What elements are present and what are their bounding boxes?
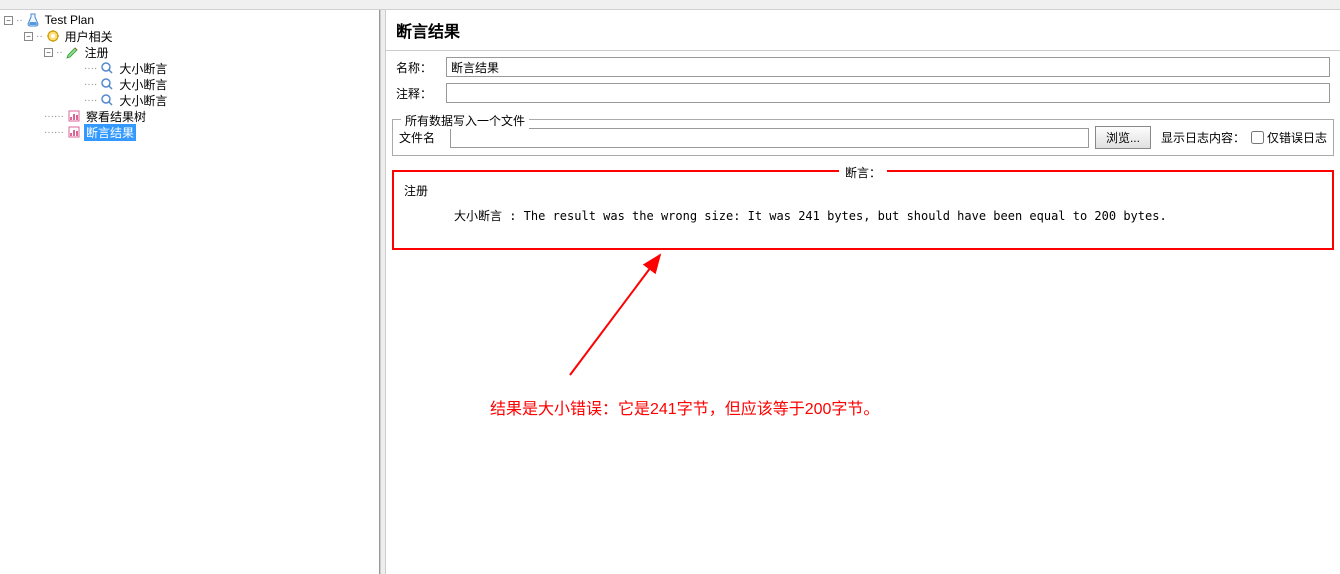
tree-item-view-results-tree[interactable]: ······ 察看结果树 (4, 108, 375, 124)
main-container: − ·· Test Plan − ·· 用户相关 − ·· (0, 10, 1340, 574)
error-only-checkbox-wrap[interactable]: 仅错误日志 (1251, 129, 1327, 146)
tree-label: 用户相关 (63, 28, 115, 45)
name-row: 名称： (396, 57, 1330, 77)
tree-label: 大小断言 (117, 60, 169, 77)
tree-line: ·· (56, 47, 63, 58)
file-legend: 所有数据写入一个文件 (401, 112, 529, 129)
browse-button[interactable]: 浏览... (1095, 126, 1151, 149)
magnifier-icon (99, 60, 115, 76)
tree-label: 大小断言 (117, 76, 169, 93)
right-panel: 断言结果 名称： 注释： 所有数据写入一个文件 文件名 浏览... 显示日志内容… (386, 10, 1340, 574)
name-label: 名称： (396, 59, 446, 76)
tree-label: 察看结果树 (84, 108, 148, 125)
tree-item-assertion-results[interactable]: ······ 断言结果 (4, 124, 375, 140)
tree-label: 注册 (83, 44, 111, 61)
tree-item-test-plan[interactable]: − ·· Test Plan (4, 12, 375, 28)
magnifier-icon (99, 76, 115, 92)
comment-input[interactable] (446, 83, 1330, 103)
tree-line: ·· (36, 31, 43, 42)
assertion-register-label: 注册 (404, 182, 1322, 199)
toolbar (0, 0, 1340, 10)
pencil-icon (65, 44, 81, 60)
comment-label: 注释： (396, 85, 446, 102)
annotation-text: 结果是大小错误：它是241字节，但应该等于200字节。 (490, 395, 879, 419)
tree-item-user-related[interactable]: − ·· 用户相关 (4, 28, 375, 44)
magnifier-icon (99, 92, 115, 108)
tree-toggle-icon[interactable]: − (24, 32, 33, 41)
tree-line: ······ (44, 111, 64, 122)
comment-row: 注释： (396, 83, 1330, 103)
tree-line: ···· (84, 63, 97, 74)
error-only-checkbox[interactable] (1251, 131, 1264, 144)
assertion-box: 断言： 注册 大小断言 : The result was the wrong s… (392, 170, 1334, 250)
chart-icon (66, 124, 82, 140)
chart-icon (66, 108, 82, 124)
assertion-content: 注册 大小断言 : The result was the wrong size:… (404, 182, 1322, 224)
tree-line: ···· (84, 95, 97, 106)
tree-line: ·· (16, 15, 23, 26)
tree-toggle-icon[interactable]: − (44, 48, 53, 57)
tree-label: 大小断言 (117, 92, 169, 109)
file-row: 文件名 浏览... 显示日志内容： 仅错误日志 (399, 126, 1327, 149)
tree-panel: − ·· Test Plan − ·· 用户相关 − ·· (0, 10, 380, 574)
tree-label-selected: 断言结果 (84, 124, 136, 141)
tree: − ·· Test Plan − ·· 用户相关 − ·· (0, 10, 379, 142)
file-input[interactable] (450, 128, 1089, 148)
assertion-message: 大小断言 : The result was the wrong size: It… (404, 207, 1322, 224)
tree-item-size-assertion-1[interactable]: ···· 大小断言 (4, 60, 375, 76)
tree-line: ······ (44, 127, 64, 138)
flask-icon (25, 12, 41, 28)
gear-icon (45, 28, 61, 44)
tree-label-root: Test Plan (43, 13, 96, 27)
tree-line: ···· (84, 79, 97, 90)
name-input[interactable] (446, 57, 1330, 77)
panel-title: 断言结果 (386, 10, 1340, 51)
assertion-legend: 断言： (839, 164, 887, 181)
tree-toggle-icon[interactable]: − (4, 16, 13, 25)
log-label: 显示日志内容： (1161, 129, 1245, 146)
tree-item-size-assertion-2[interactable]: ···· 大小断言 (4, 76, 375, 92)
form-section: 名称： 注释： (386, 51, 1340, 115)
error-only-label: 仅错误日志 (1267, 129, 1327, 146)
tree-item-size-assertion-3[interactable]: ···· 大小断言 (4, 92, 375, 108)
file-label: 文件名 (399, 129, 444, 146)
tree-item-register[interactable]: − ·· 注册 (4, 44, 375, 60)
file-fieldset: 所有数据写入一个文件 文件名 浏览... 显示日志内容： 仅错误日志 (392, 119, 1334, 156)
